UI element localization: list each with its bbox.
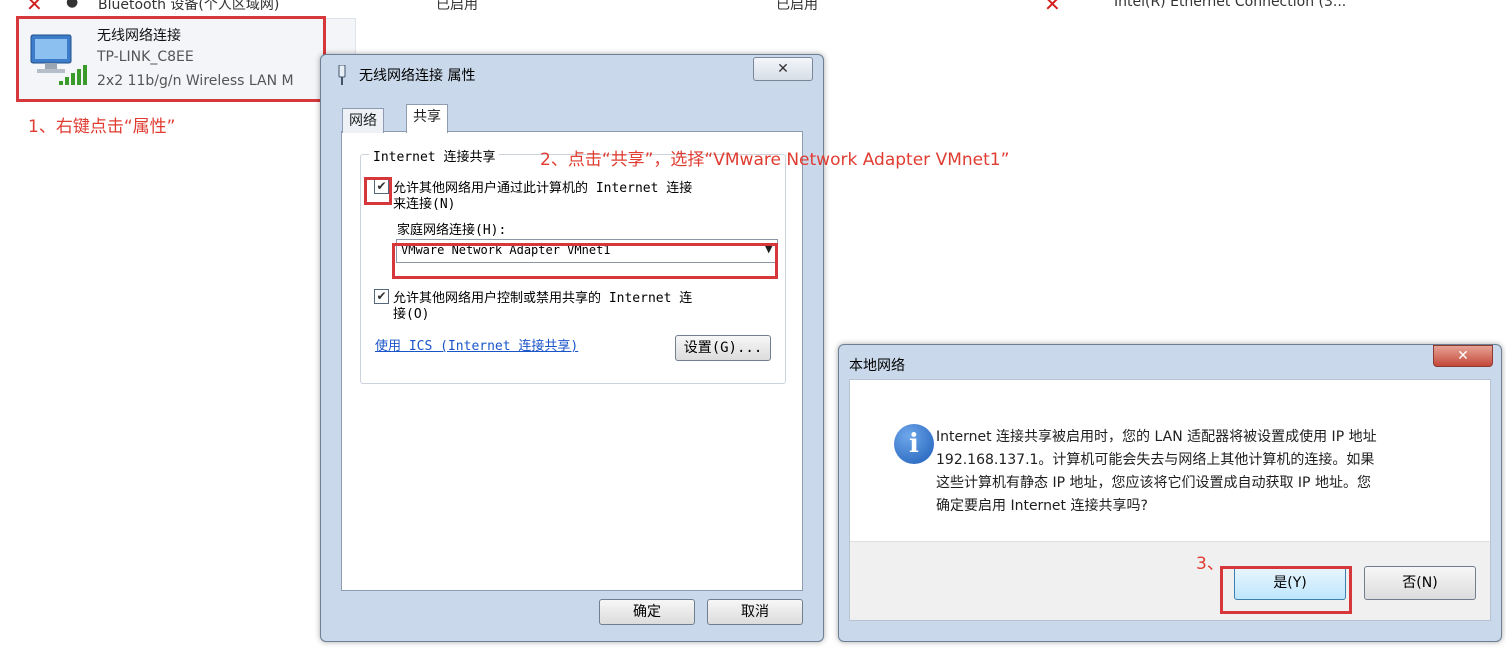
allow-control-label-1: 允许其他网络用户控制或禁用共享的 Internet 连 xyxy=(393,291,693,306)
ethernet-label: Intel(R) Ethernet Connection (3... xyxy=(1114,0,1347,10)
messagebox-body: i Internet 连接共享被启用时，您的 LAN 适配器将被设置成使用 IP… xyxy=(849,379,1491,621)
messagebox-text: Internet 连接共享被启用时，您的 LAN 适配器将被设置成使用 IP 地… xyxy=(936,426,1456,518)
annotation-step1: 1、右键点击“属性” xyxy=(28,117,176,137)
cancel-button[interactable]: 取消 xyxy=(707,599,803,625)
disabled-x-icon: ✕ xyxy=(26,0,43,14)
highlight-box-step1 xyxy=(16,16,326,102)
home-network-label: 家庭网络连接(H): xyxy=(397,223,507,238)
annotation-step3: 3、 xyxy=(1196,554,1224,574)
status-label-1: 已启用 xyxy=(436,0,478,13)
messagebox-footer: 是(Y) 否(N) xyxy=(850,541,1490,620)
tab-network[interactable]: 网络 xyxy=(342,108,384,133)
local-network-messagebox: 本地网络 ✕ i Internet 连接共享被启用时，您的 LAN 适配器将被设… xyxy=(838,344,1502,642)
tab-panel: 网络 共享 Internet 连接共享 ✔ 允许其他网络用户通过此计算机的 In… xyxy=(341,104,803,591)
ics-help-link[interactable]: 使用 ICS (Internet 连接共享) xyxy=(375,335,578,354)
background-window-strip: ✕ ● Bluetooth 设备(个人区域网) 已启用 已启用 ✕ Intel(… xyxy=(0,0,1506,14)
bluetooth-label: Bluetooth 设备(个人区域网) xyxy=(98,0,280,13)
settings-button[interactable]: 设置(G)... xyxy=(675,335,771,361)
allow-control-label-2: 接(O) xyxy=(393,307,430,322)
group-title: Internet 连接共享 xyxy=(369,146,500,165)
allow-connect-label-2: 来连接(N) xyxy=(393,197,456,212)
bluetooth-icon: ● xyxy=(66,0,79,10)
status-label-2: 已启用 xyxy=(776,0,818,13)
close-button[interactable]: ✕ xyxy=(753,57,813,81)
tab-sharing[interactable]: 共享 xyxy=(406,104,448,133)
network-plug-icon xyxy=(338,65,346,85)
highlight-box-dropdown xyxy=(392,243,778,279)
allow-control-checkbox[interactable]: ✔ xyxy=(374,289,389,304)
message-line-4: 确定要启用 Internet 连接共享吗? xyxy=(936,498,1148,514)
message-line-3: 这些计算机有静态 IP 地址，您应该将它们设置成自动获取 IP 地址。您 xyxy=(936,475,1371,491)
ok-button[interactable]: 确定 xyxy=(599,599,695,625)
no-button[interactable]: 否(N) xyxy=(1364,566,1476,600)
messagebox-close-button[interactable]: ✕ xyxy=(1433,345,1493,367)
properties-dialog: 无线网络连接 属性 ✕ 网络 共享 Internet 连接共享 ✔ 允许其他网络… xyxy=(320,54,824,642)
disabled-x-icon-2: ✕ xyxy=(1044,0,1061,14)
info-icon: i xyxy=(894,424,934,464)
highlight-box-checkbox xyxy=(364,177,392,205)
messagebox-title: 本地网络 xyxy=(849,358,905,374)
message-line-2: 192.168.137.1。计算机可能会失去与网络上其他计算机的连接。如果 xyxy=(936,452,1375,468)
highlight-box-yes xyxy=(1220,566,1352,614)
dialog-title: 无线网络连接 属性 xyxy=(359,68,476,84)
annotation-step2: 2、点击“共享”，选择“VMware Network Adapter VMnet… xyxy=(540,150,1010,170)
message-line-1: Internet 连接共享被启用时，您的 LAN 适配器将被设置成使用 IP 地… xyxy=(936,429,1377,445)
